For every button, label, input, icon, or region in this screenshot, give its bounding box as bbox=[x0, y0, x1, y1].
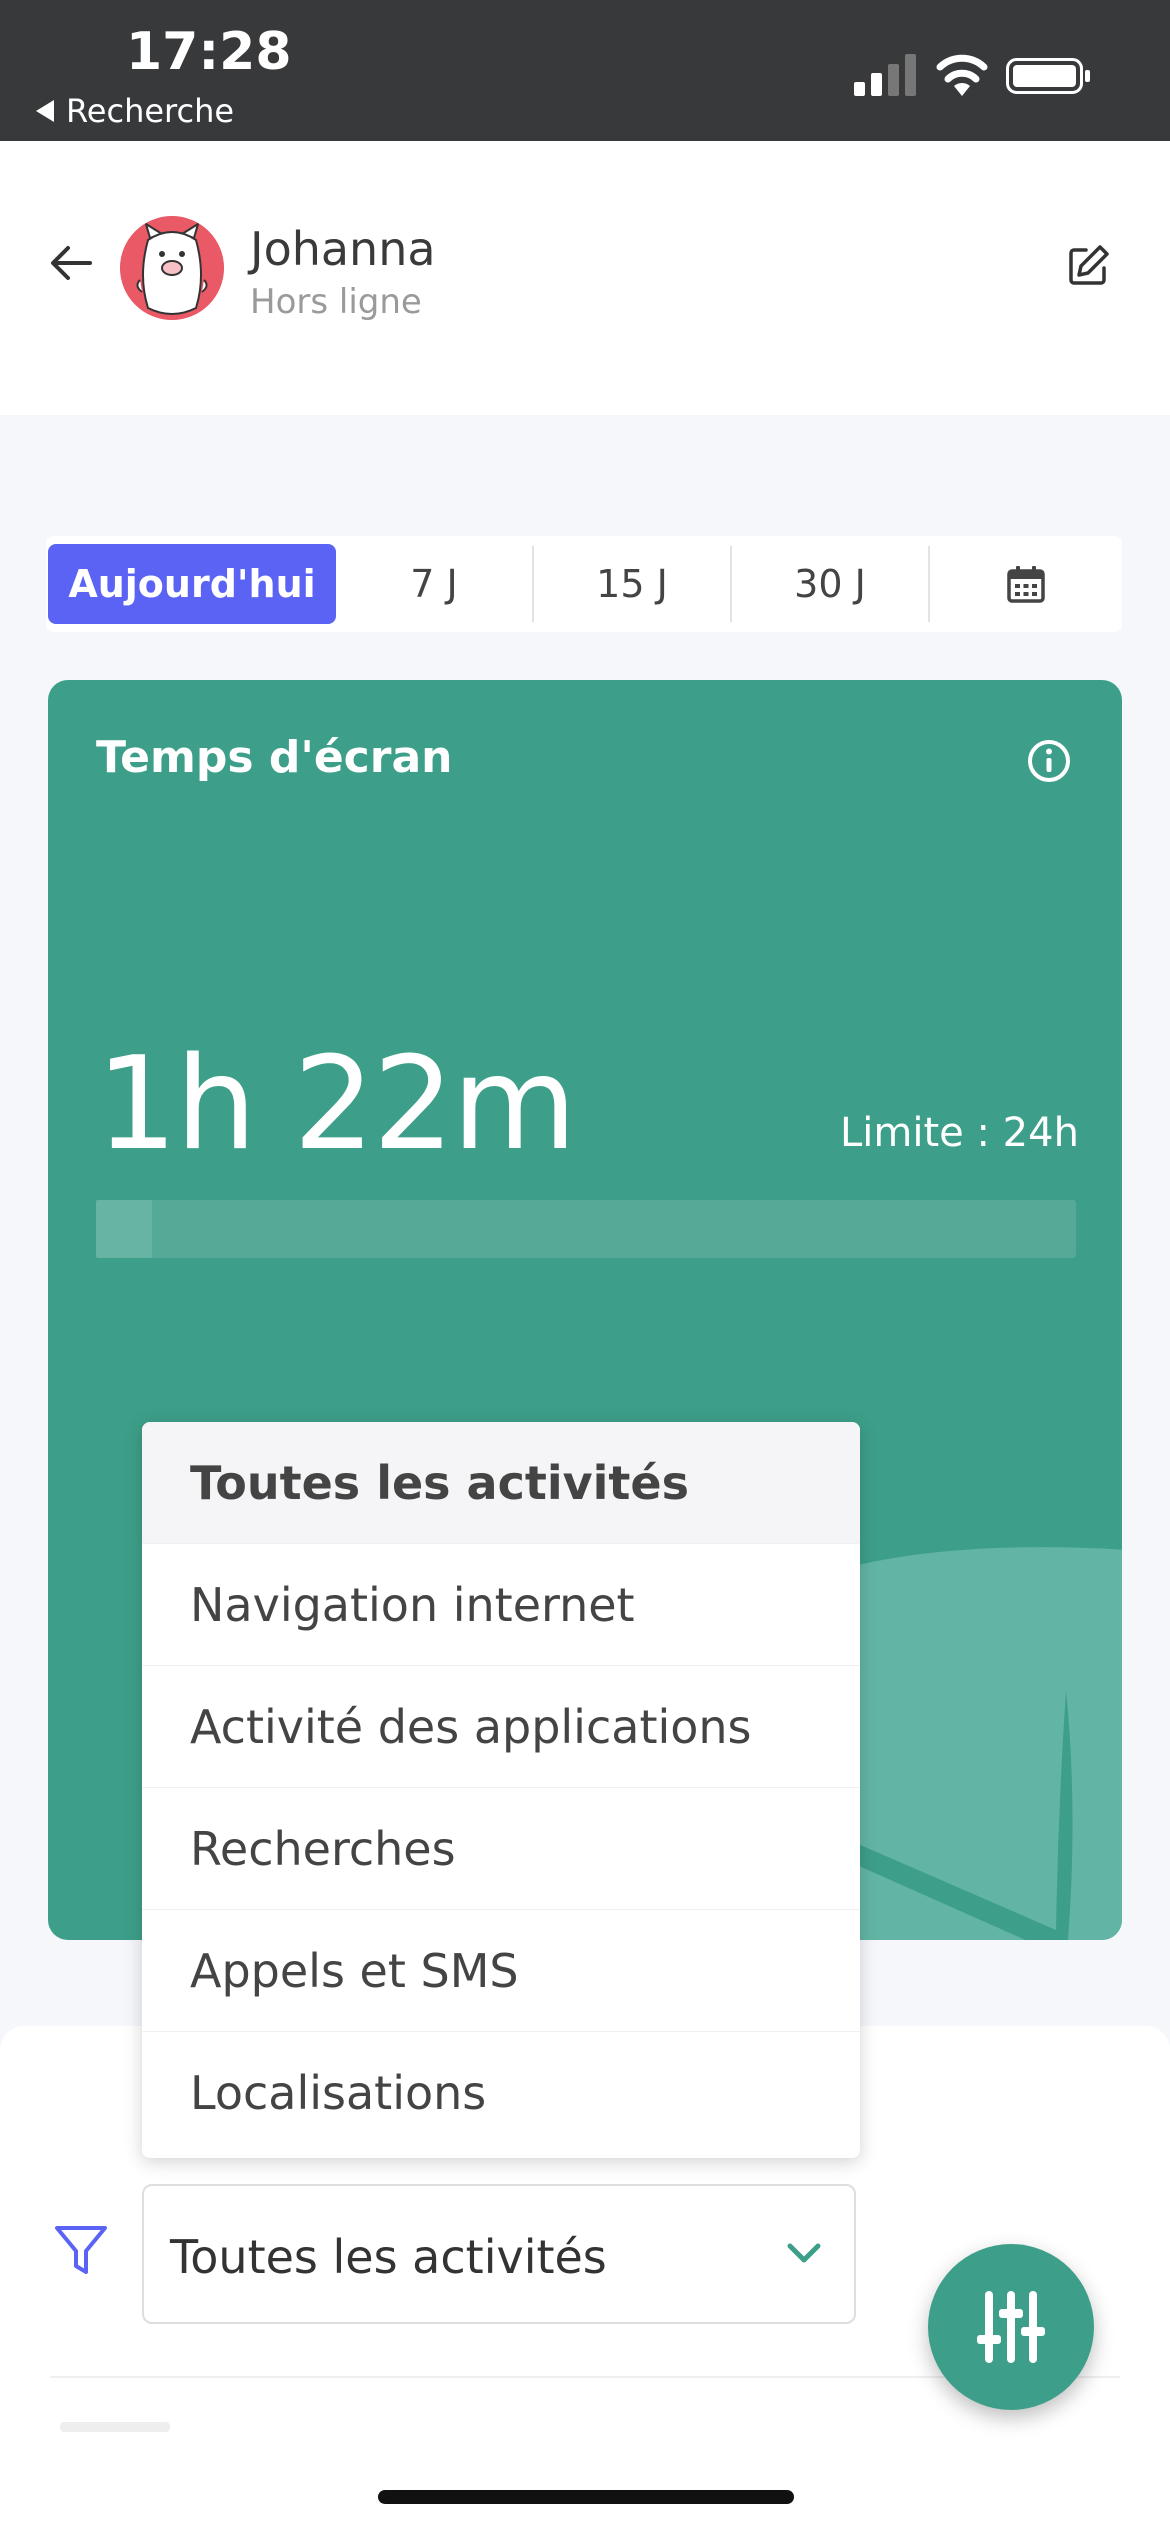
status-bar: 17:28 Recherche bbox=[0, 0, 1170, 141]
menu-item-app-activity[interactable]: Activité des applications bbox=[142, 1666, 860, 1788]
calendar-icon bbox=[1007, 566, 1045, 603]
info-icon[interactable] bbox=[1026, 738, 1072, 784]
tab-15-days[interactable]: 15 J bbox=[534, 536, 730, 632]
back-triangle-icon bbox=[36, 100, 54, 122]
pig-avatar-icon bbox=[120, 216, 224, 320]
wifi-icon bbox=[936, 54, 988, 96]
sliders-icon bbox=[977, 2291, 1045, 2363]
battery-icon bbox=[1006, 58, 1090, 94]
screen-time-progress-bar bbox=[96, 1200, 1076, 1258]
status-time: 17:28 bbox=[126, 22, 292, 82]
menu-item-web-browsing[interactable]: Navigation internet bbox=[142, 1544, 860, 1666]
filter-icon[interactable] bbox=[52, 2222, 110, 2280]
cellular-signal-icon bbox=[854, 54, 916, 96]
avatar bbox=[120, 216, 224, 320]
chevron-down-icon bbox=[787, 2243, 821, 2263]
list-item-peek bbox=[60, 2422, 170, 2432]
screen-time-progress-fill bbox=[96, 1200, 152, 1258]
status-back-link[interactable]: Recherche bbox=[36, 92, 234, 130]
child-name: Johanna bbox=[250, 222, 436, 276]
edit-icon[interactable] bbox=[1066, 242, 1112, 288]
presence-status: Hors ligne bbox=[250, 282, 422, 322]
activity-filter-select[interactable]: Toutes les activités bbox=[142, 2184, 856, 2324]
settings-fab[interactable] bbox=[928, 2244, 1094, 2410]
back-arrow-icon[interactable] bbox=[48, 240, 94, 286]
status-back-label: Recherche bbox=[66, 92, 235, 130]
screen-time-limit: Limite : 24h bbox=[840, 1110, 1079, 1156]
tab-7-days[interactable]: 7 J bbox=[336, 536, 532, 632]
menu-item-searches[interactable]: Recherches bbox=[142, 1788, 860, 1910]
screen-time-value: 1h 22m bbox=[96, 1030, 577, 1179]
tab-calendar[interactable] bbox=[930, 536, 1122, 632]
menu-item-all-activities[interactable]: Toutes les activités bbox=[142, 1422, 860, 1544]
menu-item-calls-sms[interactable]: Appels et SMS bbox=[142, 1910, 860, 2032]
home-indicator bbox=[378, 2490, 794, 2504]
period-tabs: Aujourd'hui 7 J 15 J 30 J bbox=[46, 536, 1122, 632]
menu-item-locations[interactable]: Localisations bbox=[142, 2032, 860, 2154]
tab-today[interactable]: Aujourd'hui bbox=[48, 544, 336, 624]
card-title: Temps d'écran bbox=[96, 732, 453, 783]
activity-filter-value: Toutes les activités bbox=[170, 2230, 607, 2284]
activity-dropdown-menu: Toutes les activités Navigation internet… bbox=[142, 1422, 860, 2158]
tab-30-days[interactable]: 30 J bbox=[732, 536, 928, 632]
